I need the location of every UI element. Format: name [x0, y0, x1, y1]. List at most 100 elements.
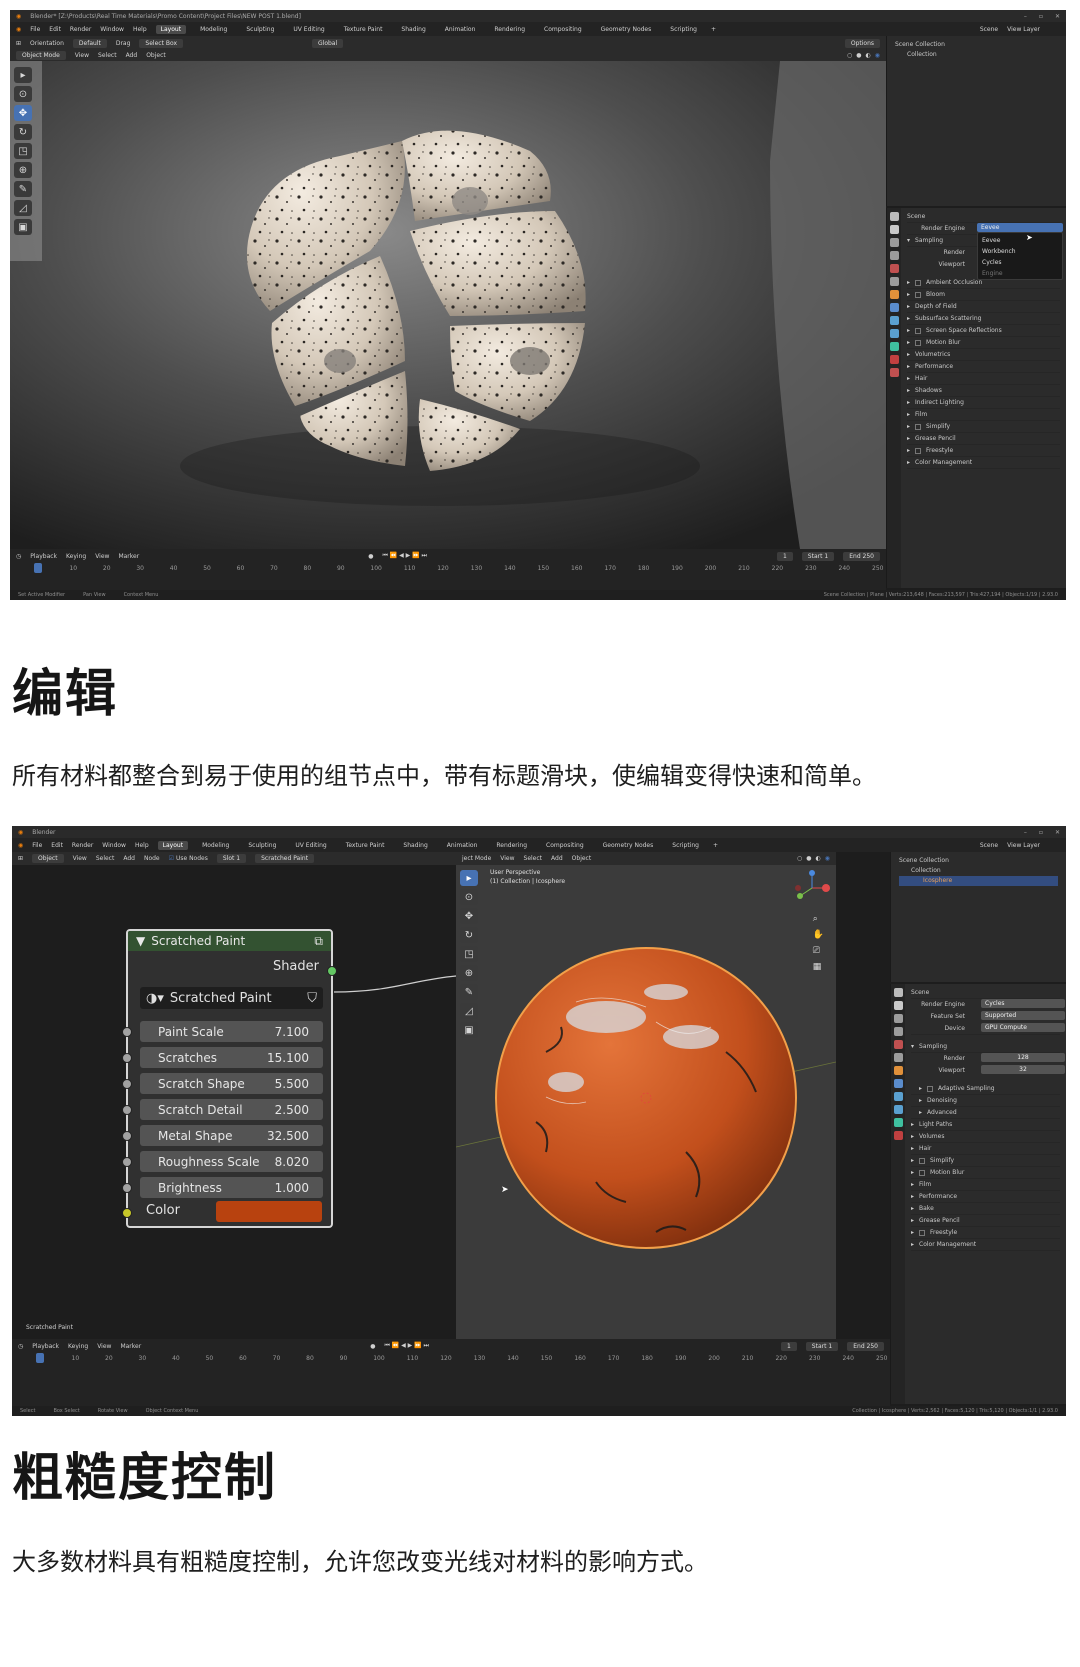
tab-shading[interactable]: Shading: [398, 841, 432, 850]
timeline-menu-playback[interactable]: Playback: [30, 553, 57, 560]
playback-controls[interactable]: ⏮ ⏪ ◀ ▶ ⏩ ⏭: [384, 1342, 429, 1350]
timeline-menu-view[interactable]: View: [95, 553, 109, 560]
tab-sculpting[interactable]: Sculpting: [243, 841, 281, 850]
add-workspace-icon[interactable]: +: [711, 26, 716, 33]
timeline-menu-marker[interactable]: Marker: [120, 1343, 141, 1350]
section-bake[interactable]: ▸ Bake: [911, 1203, 1060, 1215]
annotate-tool-icon[interactable]: ✎: [460, 984, 478, 1000]
section-bloom[interactable]: ▸ Bloom: [907, 289, 1060, 301]
viewport-menu-object[interactable]: Object: [146, 52, 166, 59]
brightness-socket[interactable]: [122, 1183, 132, 1193]
section-indirect-lighting[interactable]: ▸ Indirect Lighting: [907, 397, 1060, 409]
rotate-tool-icon[interactable]: ↻: [460, 927, 478, 943]
physics-tab-icon[interactable]: [889, 329, 899, 338]
section-checkbox[interactable]: [919, 1169, 926, 1176]
menu-help[interactable]: Help: [135, 842, 149, 849]
menu-file[interactable]: File: [32, 842, 42, 849]
scene-selector[interactable]: Scene: [980, 842, 998, 849]
outliner-collection[interactable]: Collection: [899, 866, 1058, 876]
tool-tab-icon[interactable]: [889, 212, 899, 221]
section-checkbox[interactable]: [919, 1229, 926, 1236]
minimize-icon[interactable]: –: [1024, 13, 1027, 20]
dropdown-option-eevee[interactable]: Eevee: [982, 235, 1058, 246]
window-controls[interactable]: – ▫ ✕: [1024, 829, 1060, 836]
object-tab-icon[interactable]: [889, 290, 899, 299]
section-checkbox[interactable]: [919, 1157, 926, 1164]
scratches-slider[interactable]: Scratches 15.100: [140, 1047, 323, 1068]
end-frame-field[interactable]: End 250: [843, 551, 880, 561]
outliner-scene-collection[interactable]: Scene Collection: [895, 40, 1058, 50]
maximize-icon[interactable]: ▫: [1039, 829, 1043, 836]
close-icon[interactable]: ✕: [1055, 829, 1060, 836]
section-color-management[interactable]: ▸ Color Management: [907, 457, 1060, 469]
material-tab-icon[interactable]: [893, 1131, 903, 1140]
render-engine-select[interactable]: Eevee: [977, 223, 1063, 232]
current-frame-field[interactable]: 1: [780, 1341, 797, 1351]
record-button-icon[interactable]: ●: [368, 553, 373, 560]
start-frame-field[interactable]: Start 1: [801, 551, 835, 561]
scale-tool-icon[interactable]: ◳: [14, 143, 32, 159]
section-checkbox[interactable]: [915, 327, 922, 334]
ortho-grid-icon[interactable]: ▦: [813, 962, 824, 972]
view-layer-tab-icon[interactable]: [893, 1027, 903, 1036]
scratched-paint-node[interactable]: ▼ Scratched Paint ⧉ Shader ◑▾ Scratched …: [122, 929, 337, 1228]
section-grease-pencil[interactable]: ▸ Grease Pencil: [911, 1215, 1060, 1227]
tab-animation[interactable]: Animation: [442, 841, 483, 850]
section-performance[interactable]: ▸ Performance: [907, 361, 1060, 373]
shader-output-socket[interactable]: [327, 966, 337, 976]
viewport-samples-field[interactable]: 32: [981, 1065, 1065, 1074]
viewport-menu-view[interactable]: View: [75, 52, 89, 59]
timeline-ruler[interactable]: 0102030405060708090100110120130140150160…: [12, 1353, 890, 1365]
menu-render[interactable]: Render: [72, 842, 93, 849]
measure-tool-icon[interactable]: ◿: [460, 1003, 478, 1019]
minimize-icon[interactable]: –: [1024, 829, 1027, 836]
section-film[interactable]: ▸ Film: [907, 409, 1060, 421]
section-checkbox[interactable]: [915, 339, 922, 346]
tool-tab-icon[interactable]: [893, 988, 903, 997]
transform-orientation-select[interactable]: Global: [312, 38, 344, 48]
world-tab-icon[interactable]: [889, 277, 899, 286]
view-layer-selector[interactable]: View Layer: [1007, 842, 1040, 849]
world-tab-icon[interactable]: [893, 1053, 903, 1062]
node-header[interactable]: ▼ Scratched Paint ⧉: [128, 931, 331, 951]
tab-animation[interactable]: Animation: [440, 25, 481, 34]
transform-tool-icon[interactable]: ⊕: [460, 965, 478, 981]
orientation-label[interactable]: Orientation: [30, 40, 64, 47]
dropdown-option-workbench[interactable]: Workbench: [982, 246, 1058, 257]
menu-render[interactable]: Render: [70, 26, 91, 33]
tab-layout[interactable]: Layout: [155, 24, 187, 34]
section-checkbox[interactable]: [915, 279, 922, 286]
menu-edit[interactable]: Edit: [51, 842, 63, 849]
move-tool-icon[interactable]: ✥: [460, 908, 478, 924]
scratch-detail-socket[interactable]: [122, 1105, 132, 1115]
outliner-icosphere[interactable]: Icosphere: [899, 876, 1058, 886]
3d-viewport[interactable]: ▸ ⊙ ✥ ↻ ◳ ⊕ ✎ ◿ ▣: [10, 61, 886, 549]
section-subsurface-scattering[interactable]: ▸ Subsurface Scattering: [907, 313, 1060, 325]
annotate-tool-icon[interactable]: ✎: [14, 181, 32, 197]
orientation-default-select[interactable]: Default: [72, 38, 107, 48]
render-tab-icon[interactable]: [889, 225, 899, 234]
transform-tool-icon[interactable]: ⊕: [14, 162, 32, 178]
section-volumetrics[interactable]: ▸ Volumetrics: [907, 349, 1060, 361]
select-tool-icon[interactable]: ▸: [460, 870, 478, 886]
scale-tool-icon[interactable]: ◳: [460, 946, 478, 962]
tab-uv-editing[interactable]: UV Editing: [290, 841, 331, 850]
tab-modeling[interactable]: Modeling: [195, 25, 232, 34]
timeline-ruler[interactable]: 0102030405060708090100110120130140150160…: [10, 563, 886, 575]
playhead[interactable]: [36, 1353, 44, 1363]
timeline-menu-marker[interactable]: Marker: [118, 553, 139, 560]
close-icon[interactable]: ✕: [1055, 13, 1060, 20]
collapse-icon[interactable]: ▼: [136, 934, 145, 948]
tab-uv-editing[interactable]: UV Editing: [288, 25, 329, 34]
outliner-scene-collection[interactable]: Scene Collection: [899, 856, 1058, 866]
section-simplify[interactable]: ▸ Simplify: [911, 1155, 1060, 1167]
scratch-detail-slider[interactable]: Scratch Detail 2.500: [140, 1099, 323, 1120]
3d-viewport[interactable]: ject Mode View Select Add Object ○●◐◉: [456, 852, 836, 1339]
fake-user-shield-icon[interactable]: ⛉: [307, 991, 317, 1006]
shading-buttons[interactable]: ○ ● ◐ ◉: [847, 52, 880, 59]
menu-help[interactable]: Help: [133, 26, 147, 33]
shader-node-editor[interactable]: ⊞ Object View Select Add Node ☑ Use Node…: [12, 852, 456, 1339]
render-engine-select[interactable]: Cycles: [981, 999, 1065, 1008]
subsection-advanced[interactable]: ▸ Advanced: [911, 1107, 1060, 1119]
select-tool-icon[interactable]: ▸: [14, 67, 32, 83]
